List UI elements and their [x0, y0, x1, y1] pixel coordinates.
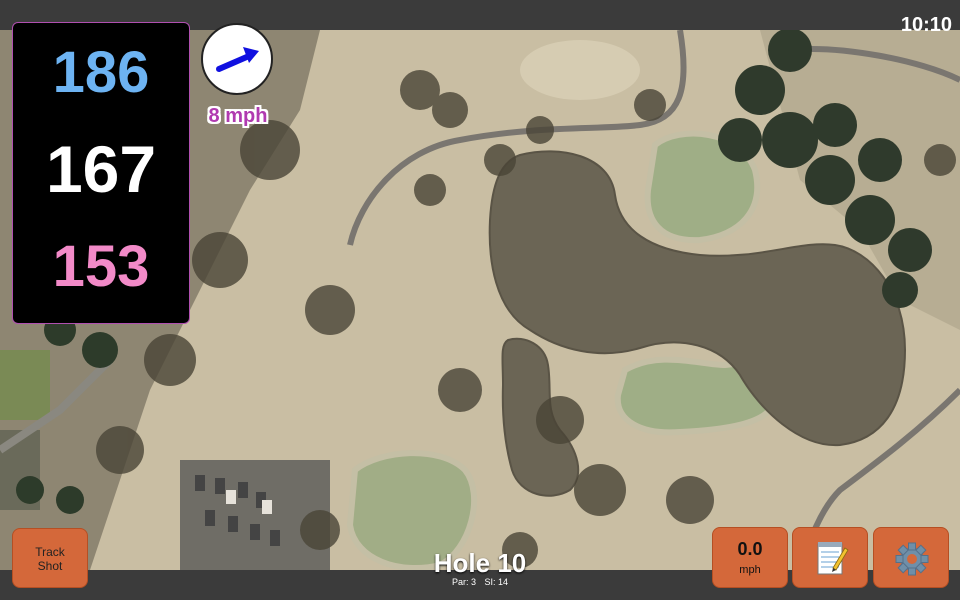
speed-button[interactable]: 0.0 mph [712, 527, 788, 588]
track-shot-label-line2: Shot [37, 559, 63, 573]
track-shot-button[interactable]: Track Shot [12, 528, 88, 588]
clock: 10:10 [900, 14, 952, 36]
stroke-index-label: SI: 14 [484, 577, 509, 587]
wind-direction-arrow-icon [216, 47, 259, 72]
yardage-front: 153 [52, 234, 150, 299]
notepad-icon [817, 542, 849, 575]
hole-title: Hole 10 [433, 548, 527, 578]
hole-info: Par: 3 SI: 14 [380, 577, 580, 587]
gear-icon [895, 542, 929, 576]
yardage-panel: 186 167 153 [12, 22, 190, 324]
yardage-middle: 167 [45, 132, 157, 206]
wind-indicator [201, 23, 273, 95]
track-shot-label-line1: Track [35, 545, 65, 559]
settings-button[interactable] [873, 527, 949, 588]
notes-button[interactable] [792, 527, 868, 588]
speed-value: 0.0 [737, 539, 763, 559]
wind-speed-label: 8 mph [208, 105, 268, 127]
yardage-back: 186 [52, 40, 150, 105]
speed-unit: mph [739, 564, 761, 576]
par-label: Par: 3 [451, 577, 476, 587]
